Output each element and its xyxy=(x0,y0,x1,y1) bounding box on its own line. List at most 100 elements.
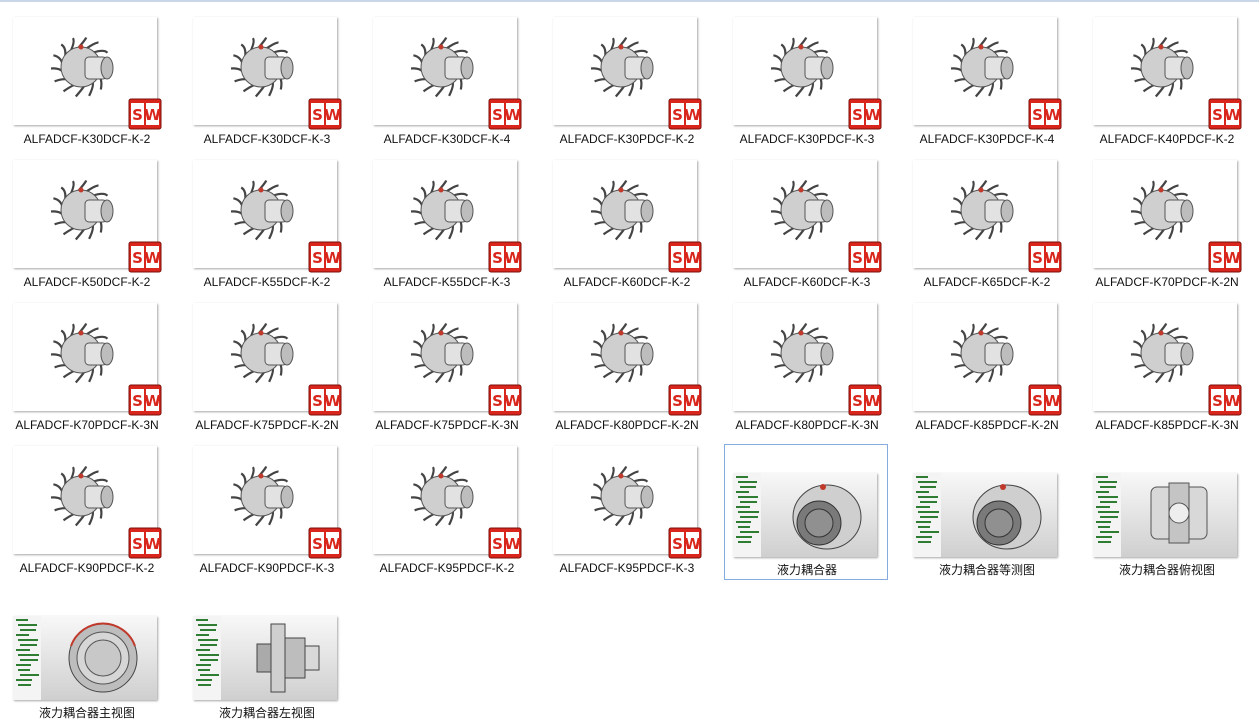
file-thumbnail xyxy=(733,473,877,557)
solidworks-badge-icon: S W xyxy=(1027,97,1063,131)
file-item-solidworks[interactable]: S W ALFADCF-K55DCF-K-2 xyxy=(184,158,348,294)
solidworks-badge-icon: S W xyxy=(1207,383,1243,417)
svg-text:W: W xyxy=(684,535,701,553)
file-item-solidworks[interactable]: S W ALFADCF-K95PDCF-K-2 xyxy=(364,444,528,580)
coupling-part-icon xyxy=(587,317,663,389)
solidworks-badge-icon: S W xyxy=(667,526,703,560)
svg-text:S: S xyxy=(132,249,143,267)
file-item-solidworks[interactable]: S W ALFADCF-K70PDCF-K-3N xyxy=(4,301,168,437)
file-name-label: ALFADCF-K65DCF-K-2 xyxy=(923,275,1051,289)
file-thumbnail: S W xyxy=(13,160,162,273)
file-item-solidworks[interactable]: S W ALFADCF-K75PDCF-K-2N xyxy=(184,301,348,437)
svg-text:W: W xyxy=(504,392,521,410)
coupling-part-icon xyxy=(47,31,123,103)
file-item-solidworks[interactable]: S W ALFADCF-K80PDCF-K-2N xyxy=(544,301,708,437)
file-thumbnail: S W xyxy=(373,160,522,273)
coupling-part-icon xyxy=(407,460,483,532)
svg-text:W: W xyxy=(1044,392,1061,410)
svg-text:S: S xyxy=(312,535,323,553)
file-item-solidworks[interactable]: S W ALFADCF-K30PDCF-K-4 xyxy=(904,15,1068,151)
svg-text:W: W xyxy=(1224,392,1241,410)
feature-tree-panel xyxy=(733,473,762,557)
file-thumbnail: S W xyxy=(913,17,1062,130)
file-item-solidworks[interactable]: S W ALFADCF-K85PDCF-K-3N xyxy=(1084,301,1248,437)
file-item-image[interactable]: 液力耦合器 xyxy=(724,444,888,580)
file-name-label: ALFADCF-K40PDCF-K-2 xyxy=(1099,132,1235,146)
solidworks-badge-icon: S W xyxy=(127,97,163,131)
coupling-part-icon xyxy=(1127,174,1203,246)
file-item-solidworks[interactable]: S W ALFADCF-K75PDCF-K-3N xyxy=(364,301,528,437)
file-thumbnail: S W xyxy=(1093,160,1242,273)
file-name-label: ALFADCF-K85PDCF-K-2N xyxy=(915,418,1059,432)
svg-text:S: S xyxy=(672,535,683,553)
svg-text:S: S xyxy=(1032,249,1043,267)
solidworks-badge-icon: S W xyxy=(1207,97,1243,131)
file-item-solidworks[interactable]: S W ALFADCF-K30DCF-K-4 xyxy=(364,15,528,151)
file-item-solidworks[interactable]: S W ALFADCF-K60DCF-K-2 xyxy=(544,158,708,294)
feature-tree-panel xyxy=(1093,473,1122,557)
solidworks-badge-icon: S W xyxy=(1027,383,1063,417)
solidworks-badge-icon: S W xyxy=(1027,240,1063,274)
file-name-label: ALFADCF-K75PDCF-K-3N xyxy=(375,418,519,432)
solidworks-badge-icon: S W xyxy=(667,383,703,417)
svg-text:S: S xyxy=(1212,392,1223,410)
file-name-label: ALFADCF-K55DCF-K-2 xyxy=(203,275,331,289)
file-name-label: ALFADCF-K30PDCF-K-3 xyxy=(739,132,875,146)
file-name-label: ALFADCF-K60DCF-K-3 xyxy=(743,275,871,289)
svg-text:S: S xyxy=(672,106,683,124)
file-thumbnail: S W xyxy=(193,17,342,130)
file-name-label: ALFADCF-K60DCF-K-2 xyxy=(563,275,691,289)
file-item-solidworks[interactable]: S W ALFADCF-K30PDCF-K-3 xyxy=(724,15,888,151)
coupling-part-icon xyxy=(47,174,123,246)
file-thumbnail: S W xyxy=(913,160,1062,273)
file-item-solidworks[interactable]: S W ALFADCF-K80PDCF-K-3N xyxy=(724,301,888,437)
file-item-image[interactable]: 液力耦合器俯视图 xyxy=(1084,444,1248,580)
svg-text:S: S xyxy=(852,106,863,124)
feature-tree-panel xyxy=(193,616,222,700)
file-name-label: 液力耦合器俯视图 xyxy=(1118,563,1215,577)
file-item-solidworks[interactable]: S W ALFADCF-K85PDCF-K-2N xyxy=(904,301,1068,437)
solidworks-badge-icon: S W xyxy=(847,240,883,274)
svg-text:S: S xyxy=(132,106,143,124)
solidworks-badge-icon: S W xyxy=(847,383,883,417)
file-name-label: ALFADCF-K50DCF-K-2 xyxy=(23,275,151,289)
svg-text:S: S xyxy=(1032,392,1043,410)
svg-text:W: W xyxy=(504,106,521,124)
file-thumbnail: S W xyxy=(13,17,162,130)
svg-text:W: W xyxy=(1224,106,1241,124)
file-item-solidworks[interactable]: S W ALFADCF-K55DCF-K-3 xyxy=(364,158,528,294)
model-viewport xyxy=(941,473,1057,557)
file-item-solidworks[interactable]: S W ALFADCF-K90PDCF-K-3 xyxy=(184,444,348,580)
file-item-solidworks[interactable]: S W ALFADCF-K70PDCF-K-2N xyxy=(1084,158,1248,294)
coupling-part-icon xyxy=(947,174,1023,246)
file-item-solidworks[interactable]: S W ALFADCF-K60DCF-K-3 xyxy=(724,158,888,294)
coupling-part-icon xyxy=(767,317,843,389)
coupling-part-icon xyxy=(227,317,303,389)
svg-text:W: W xyxy=(684,106,701,124)
svg-text:S: S xyxy=(1212,249,1223,267)
file-item-solidworks[interactable]: S W ALFADCF-K30DCF-K-2 xyxy=(4,15,168,151)
solidworks-badge-icon: S W xyxy=(487,97,523,131)
file-thumbnail: S W xyxy=(373,446,522,559)
file-item-image[interactable]: 液力耦合器等测图 xyxy=(904,444,1068,580)
model-viewport xyxy=(761,473,877,557)
svg-text:W: W xyxy=(1044,106,1061,124)
file-item-solidworks[interactable]: S W ALFADCF-K95PDCF-K-3 xyxy=(544,444,708,580)
svg-text:W: W xyxy=(324,249,341,267)
coupling-part-icon xyxy=(587,174,663,246)
file-item-solidworks[interactable]: S W ALFADCF-K30PDCF-K-2 xyxy=(544,15,708,151)
file-thumbnail: S W xyxy=(733,17,882,130)
file-item-solidworks[interactable]: S W ALFADCF-K30DCF-K-3 xyxy=(184,15,348,151)
file-item-image[interactable]: 液力耦合器左视图 xyxy=(184,587,348,723)
svg-text:W: W xyxy=(144,535,161,553)
coupling-part-icon xyxy=(227,460,303,532)
file-item-solidworks[interactable]: S W ALFADCF-K40PDCF-K-2 xyxy=(1084,15,1248,151)
file-item-solidworks[interactable]: S W ALFADCF-K90PDCF-K-2 xyxy=(4,444,168,580)
file-item-solidworks[interactable]: S W ALFADCF-K50DCF-K-2 xyxy=(4,158,168,294)
svg-text:S: S xyxy=(1212,106,1223,124)
file-name-label: ALFADCF-K30DCF-K-2 xyxy=(23,132,151,146)
file-thumbnail: S W xyxy=(193,303,342,416)
file-item-image[interactable]: 液力耦合器主视图 xyxy=(4,587,168,723)
solidworks-badge-icon: S W xyxy=(487,240,523,274)
file-item-solidworks[interactable]: S W ALFADCF-K65DCF-K-2 xyxy=(904,158,1068,294)
